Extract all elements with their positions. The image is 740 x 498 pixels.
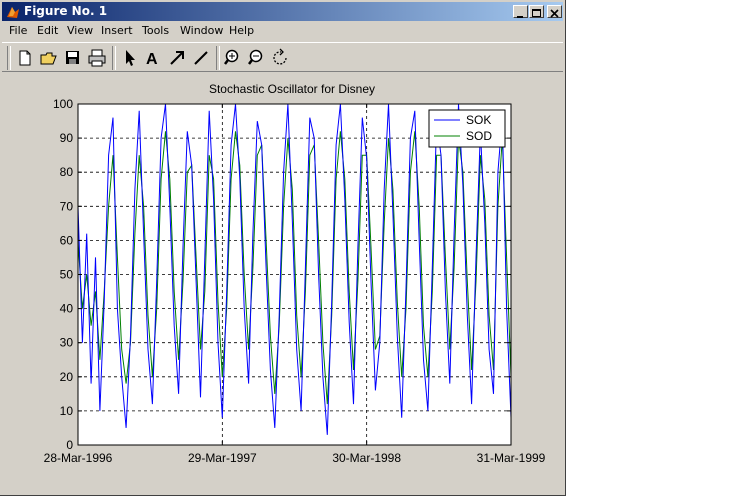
print-icon[interactable] (86, 47, 108, 69)
insert-arrow-icon[interactable] (166, 47, 188, 69)
y-tick-label: 60 (60, 233, 74, 247)
menu-window[interactable]: Window (180, 24, 223, 37)
toolbar: A (2, 42, 563, 72)
x-tick-label: 28-Mar-1996 (44, 451, 113, 465)
open-folder-icon[interactable] (38, 47, 60, 69)
rotate-3d-icon[interactable] (270, 47, 292, 69)
matlab-logo-icon (7, 7, 19, 18)
insert-line-icon[interactable] (190, 47, 212, 69)
legend[interactable]: SOK SOD (428, 109, 506, 148)
toolbar-separator (112, 46, 116, 70)
menu-bar: File Edit View Insert Tools Window Help (2, 22, 563, 40)
x-tick-label: 30-Mar-1998 (332, 451, 401, 465)
y-tick-label: 0 (66, 438, 73, 452)
x-tick-label: 29-Mar-1997 (188, 451, 257, 465)
close-button[interactable] (547, 5, 562, 18)
new-file-icon[interactable] (14, 47, 36, 69)
legend-label-sok: SOK (466, 113, 491, 127)
title-bar[interactable]: Figure No. 1 (2, 2, 563, 21)
window-title: Figure No. 1 (24, 4, 108, 18)
y-tick-label: 70 (60, 199, 74, 213)
maximize-icon (532, 9, 541, 17)
stochastic-chart: Stochastic Oscillator for Disney 0 10 20 30… (44, 82, 546, 465)
menu-view[interactable]: View (67, 24, 93, 37)
toolbar-separator-2 (216, 46, 220, 70)
y-tick-label: 50 (60, 268, 74, 282)
menu-file[interactable]: File (9, 24, 27, 37)
menu-insert[interactable]: Insert (101, 24, 133, 37)
menu-edit[interactable]: Edit (37, 24, 58, 37)
svg-text:A: A (146, 51, 158, 68)
toolbar-grip (7, 46, 11, 70)
y-tick-label: 90 (60, 131, 74, 145)
zoom-out-icon[interactable] (246, 47, 268, 69)
x-tick-label: 31-Mar-1999 (477, 451, 546, 465)
y-tick-label: 100 (53, 97, 73, 111)
menu-help[interactable]: Help (229, 24, 254, 37)
y-tick-label: 10 (60, 404, 74, 418)
menu-tools[interactable]: Tools (142, 24, 169, 37)
save-icon[interactable] (62, 47, 84, 69)
figure-window: Figure No. 1 File Edit View Insert Tools… (0, 0, 566, 496)
y-tick-label: 80 (60, 165, 74, 179)
minimize-button[interactable] (513, 5, 528, 18)
minimize-icon (517, 16, 523, 18)
y-tick-label: 20 (60, 370, 74, 384)
select-arrow-icon[interactable] (118, 47, 140, 69)
chart-title: Stochastic Oscillator for Disney (209, 82, 375, 96)
y-tick-label: 40 (60, 302, 74, 316)
legend-label-sod: SOD (466, 129, 492, 143)
insert-text-icon[interactable]: A (142, 47, 164, 69)
close-icon (550, 9, 559, 18)
zoom-in-icon[interactable] (222, 47, 244, 69)
y-tick-label: 30 (60, 336, 74, 350)
maximize-button[interactable] (529, 5, 544, 18)
